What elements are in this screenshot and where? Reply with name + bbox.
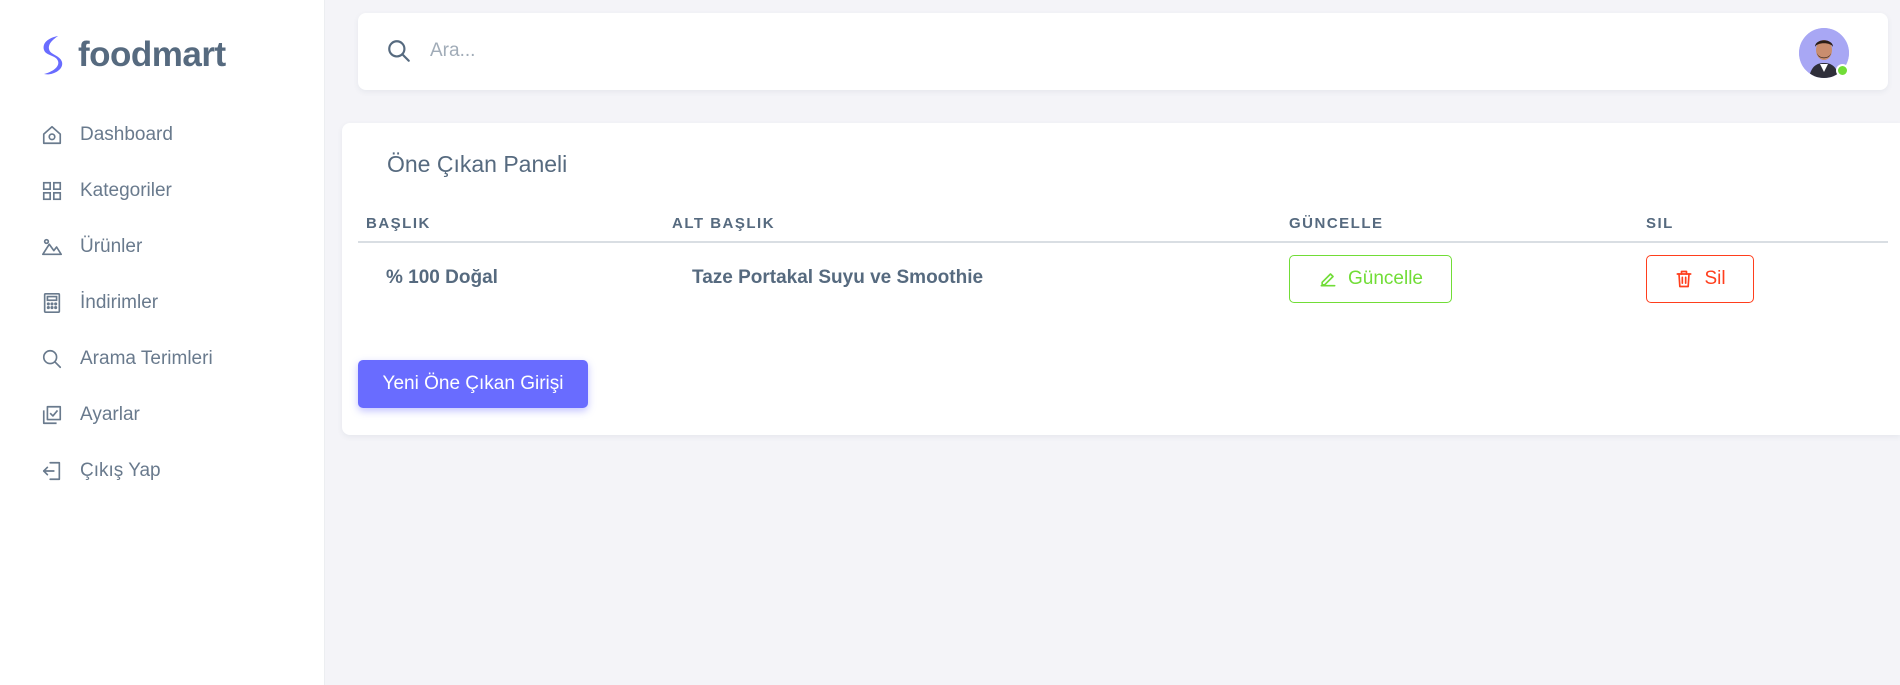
- update-button-label: Güncelle: [1348, 268, 1423, 289]
- sidebar: foodmart Dashboard Kategoriler Ürünler İ…: [0, 0, 325, 685]
- brand[interactable]: foodmart: [38, 34, 226, 76]
- top-navbar: [358, 13, 1888, 90]
- sidebar-item-ayarlar[interactable]: Ayarlar: [40, 387, 213, 443]
- sidebar-item-label: Dashboard: [80, 124, 173, 145]
- table-header: BAŞLIK ALT BAŞLIK GÜNCELLE SIL: [358, 209, 1888, 243]
- delete-button[interactable]: Sil: [1646, 255, 1754, 303]
- brand-logo-icon: [43, 36, 63, 75]
- column-header-delete: SIL: [1646, 215, 1674, 232]
- row-subtitle: Taze Portakal Suyu ve Smoothie: [692, 267, 984, 288]
- trash-icon: [1676, 270, 1692, 288]
- image-icon: [40, 235, 64, 259]
- user-avatar[interactable]: [1799, 28, 1849, 78]
- search-input[interactable]: [430, 33, 670, 69]
- sidebar-item-label: İndirimler: [80, 292, 159, 313]
- page-title: Öne Çıkan Paneli: [387, 151, 568, 177]
- grid-icon: [40, 179, 64, 203]
- sidebar-item-label: Arama Terimleri: [80, 348, 213, 369]
- sidebar-item-kategoriler[interactable]: Kategoriler: [40, 163, 213, 219]
- home-icon: [40, 123, 64, 147]
- delete-button-label: Sil: [1704, 268, 1726, 289]
- sidebar-item-label: Çıkış Yap: [80, 460, 161, 481]
- row-title: % 100 Doğal: [386, 267, 498, 288]
- calculator-icon: [40, 291, 64, 315]
- logout-icon: [40, 459, 64, 483]
- sidebar-item-arama-terimleri[interactable]: Arama Terimleri: [40, 331, 213, 387]
- sidebar-item-cikis-yap[interactable]: Çıkış Yap: [40, 443, 213, 499]
- table-row: % 100 Doğal Taze Portakal Suyu ve Smooth…: [358, 243, 1888, 317]
- sidebar-item-dashboard[interactable]: Dashboard: [40, 107, 213, 163]
- sidebar-menu: Dashboard Kategoriler Ürünler İndirimler…: [40, 107, 213, 499]
- sidebar-item-label: Kategoriler: [80, 180, 172, 201]
- checklist-icon: [40, 403, 64, 427]
- sidebar-item-indirimler[interactable]: İndirimler: [40, 275, 213, 331]
- update-button[interactable]: Güncelle: [1289, 255, 1452, 303]
- search-icon: [388, 40, 410, 62]
- sidebar-item-label: Ayarlar: [80, 404, 140, 425]
- column-header-update: GÜNCELLE: [1289, 215, 1384, 232]
- pencil-icon: [1320, 273, 1336, 287]
- brand-name: foodmart: [78, 35, 226, 74]
- featured-panel-card: Öne Çıkan Paneli BAŞLIK ALT BAŞLIK GÜNCE…: [342, 123, 1900, 435]
- featured-table: BAŞLIK ALT BAŞLIK GÜNCELLE SIL % 100 Doğ…: [358, 209, 1888, 317]
- sidebar-item-urunler[interactable]: Ürünler: [40, 219, 213, 275]
- new-featured-entry-button[interactable]: Yeni Öne Çıkan Girişi: [358, 360, 588, 408]
- sidebar-item-label: Ürünler: [80, 236, 143, 257]
- online-status-dot: [1836, 64, 1849, 77]
- search-icon: [40, 347, 64, 371]
- column-header-subtitle: ALT BAŞLIK: [672, 215, 776, 232]
- column-header-title: BAŞLIK: [366, 215, 431, 232]
